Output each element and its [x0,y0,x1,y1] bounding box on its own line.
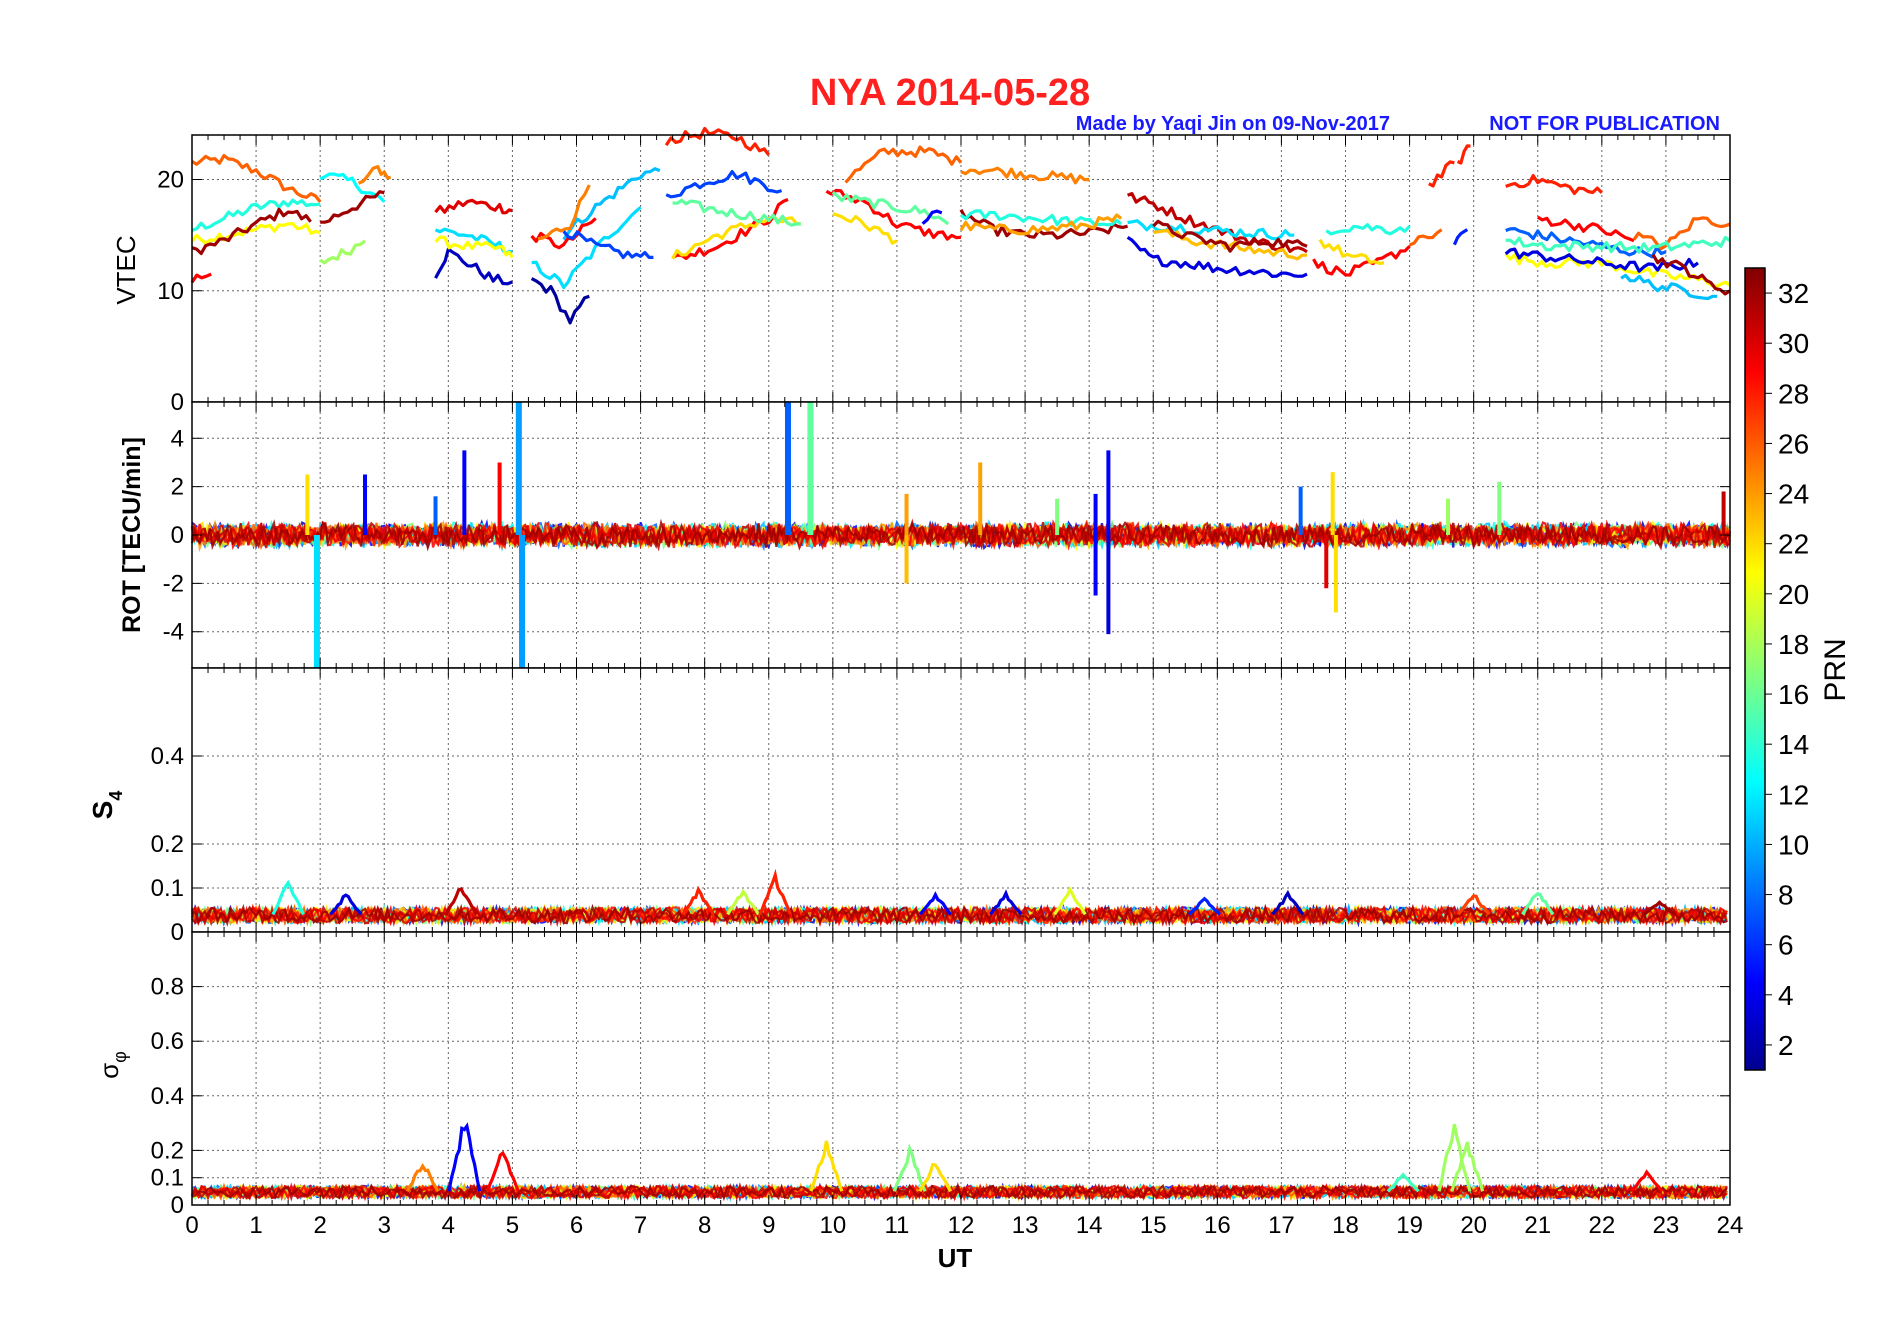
colorbar-tick-label: 2 [1778,1030,1794,1061]
x-tick-label: 2 [313,1212,326,1239]
x-tick-label: 17 [1268,1212,1295,1239]
colorbar: 2468101214161820222426283032 PRN [1744,267,1852,1071]
y-tick-label: 0 [171,1192,184,1219]
y-tick-label: 10 [157,278,184,305]
colorbar-tick-label: 24 [1778,479,1809,510]
colorbar-tick-label: 22 [1778,529,1809,560]
chart-title: NYA 2014-05-28 [810,72,1090,114]
y-tick-label: 0.6 [151,1028,184,1055]
x-tick-label: 6 [570,1212,583,1239]
sigphi-label-sub: φ [110,1051,130,1063]
colorbar-tick-label: 14 [1778,729,1809,760]
y-tick-label: 2 [171,474,184,501]
colorbar-tick-label: 8 [1778,880,1794,911]
panels: 01020-4-202400.10.20.400.10.20.40.60.80 1… [151,126,1743,1239]
vtec-axis-label: VTEC [111,235,141,304]
x-tick-label: 11 [884,1212,909,1239]
x-tick-label: 20 [1460,1212,1487,1239]
panel-vtec: 0 10 20 [157,126,1731,416]
notice-text: NOT FOR PUBLICATION [1489,113,1720,135]
sigphi-axis-label: σφ [94,1051,130,1079]
rot-axis-label: ROT [TECU/min] [118,437,146,633]
x-tick-label: 14 [1076,1212,1103,1239]
y-tick-label: -4 [163,619,184,646]
s4-axis-label: S4 [87,791,126,820]
x-tick-label: 3 [378,1212,391,1239]
y-tick-label: -2 [163,570,184,597]
x-tick-label: 15 [1140,1212,1167,1239]
y-tick-label: 0.2 [151,1137,184,1164]
colorbar-label: PRN [1819,638,1852,701]
panel-rot: -4 -2 0 2 4 [163,401,1732,669]
panel-sigphi: 00.10.2 0.4 0.6 0.8 [151,931,1731,1219]
x-tick-label: 18 [1332,1212,1359,1239]
x-tick-label: 1 [249,1212,262,1239]
colorbar-tick-label: 16 [1778,679,1809,710]
y-tick-label: 0 [171,522,184,549]
x-tick-label: 24 [1717,1212,1744,1239]
x-tick-label: 12 [948,1212,975,1239]
y-tick-label: 4 [171,425,184,452]
x-tick-label: 7 [634,1212,647,1239]
panel-s4: 0 0.1 0.2 0.4 [151,667,1731,946]
y-tick-label: 0.1 [151,875,184,902]
colorbar-ticks: 2468101214161820222426283032 [1765,278,1809,1061]
figure: NYA 2014-05-28 Made by Yaqi Jin on 09-No… [87,72,1852,1273]
y-tick-label: 0 [171,389,184,416]
colorbar-tick-label: 4 [1778,980,1794,1011]
colorbar-tick-label: 10 [1778,829,1809,860]
y-tick-label: 0.8 [151,974,184,1001]
x-tick-label: 4 [442,1212,455,1239]
colorbar-tick-label: 28 [1778,378,1809,409]
s4-label-sub: 4 [106,791,126,801]
y-tick-label: 0.4 [151,743,184,770]
sigphi-label-main: σ [94,1063,124,1079]
x-tick-label: 22 [1588,1212,1615,1239]
colorbar-gradient [1744,267,1766,1071]
colorbar-tick-label: 12 [1778,779,1809,810]
colorbar-tick-label: 6 [1778,930,1794,961]
colorbar-tick-label: 20 [1778,579,1809,610]
colorbar-tick-label: 30 [1778,328,1809,359]
x-tick-label: 16 [1204,1212,1231,1239]
s4-label-main: S [87,801,118,820]
x-tick-label: 9 [762,1212,775,1239]
x-tick-label: 0 [185,1212,198,1239]
x-tick-label: 10 [819,1212,846,1239]
y-tick-label: 0.4 [151,1083,184,1110]
credit-text: Made by Yaqi Jin on 09-Nov-2017 [1076,113,1390,135]
y-tick-label: 0.1 [151,1165,184,1192]
y-tick-label: 0.2 [151,831,184,858]
colorbar-tick-label: 32 [1778,278,1809,309]
y-tick-label: 20 [157,167,184,194]
x-tick-label: 19 [1396,1212,1423,1239]
x-tick-label: 21 [1524,1212,1551,1239]
x-tick-label: 23 [1653,1212,1680,1239]
x-tick-labels: 0 1 2 3 4 5 6 7 8 9 10 11 12 13 14 15 16 17 18 19 20 21 22 23 24 [185,1212,1743,1239]
colorbar-tick-label: 18 [1778,629,1809,660]
y-tick-label: 0 [171,919,184,946]
x-tick-label: 13 [1012,1212,1039,1239]
x-tick-label: 8 [698,1212,711,1239]
colorbar-tick-label: 26 [1778,428,1809,459]
x-tick-label: 5 [506,1212,519,1239]
x-axis-label: UT [938,1243,973,1273]
